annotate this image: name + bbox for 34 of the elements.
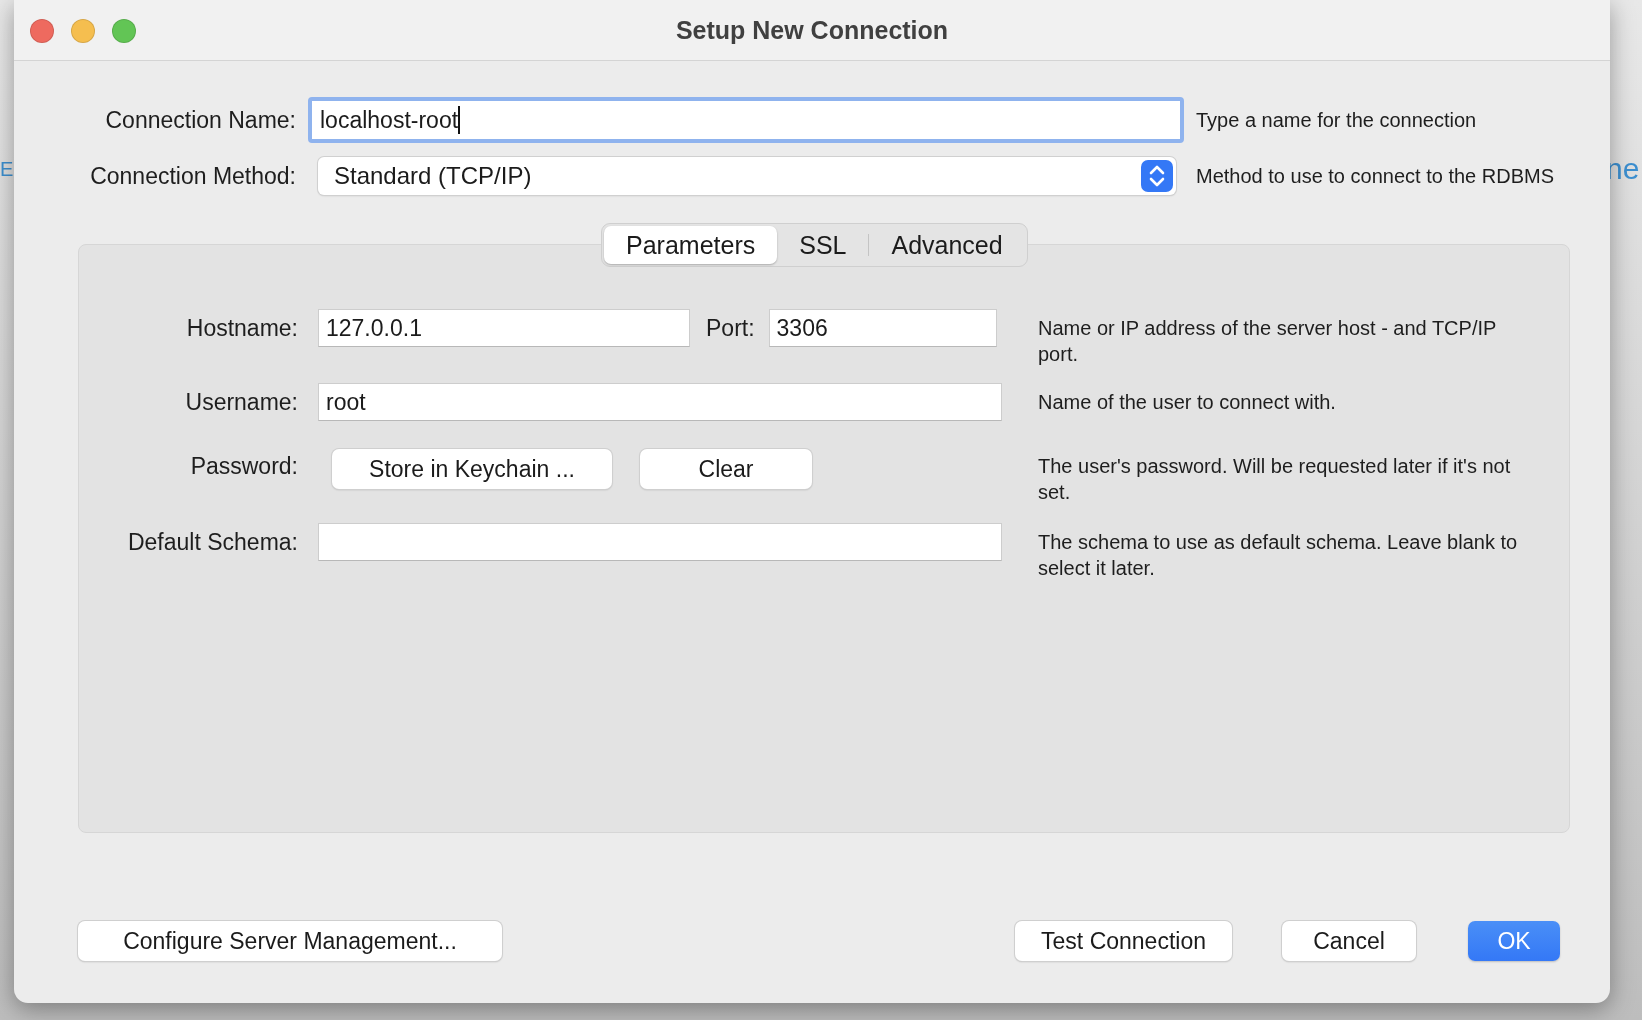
close-button[interactable] xyxy=(30,19,54,43)
window-title: Setup New Connection xyxy=(675,15,949,45)
zoom-button[interactable] xyxy=(112,19,136,43)
background-text: E xyxy=(0,158,14,181)
stepper-icon xyxy=(1141,160,1173,192)
hostname-field[interactable]: 127.0.0.1 xyxy=(318,309,690,347)
hint-text: The schema to use as default schema. Leave blank to select it later. xyxy=(1038,530,1519,581)
field-label: Port: xyxy=(706,315,755,342)
minimize-button[interactable] xyxy=(71,19,95,43)
tab[interactable]: Advanced xyxy=(869,226,1025,264)
hint-text: Name or IP address of the server host - and TCP/IP port. xyxy=(1038,316,1497,367)
password-button[interactable]: Store in Keychain ... xyxy=(332,449,612,489)
dialog-button[interactable]: Cancel xyxy=(1282,921,1416,961)
field-label: Password: xyxy=(190,453,298,480)
hint-text: Type a name for the connection xyxy=(1196,108,1478,133)
tab[interactable]: SSL xyxy=(777,226,869,264)
default-schema-field[interactable] xyxy=(318,523,1002,561)
port-field[interactable]: 3306 xyxy=(768,309,997,347)
field-label: Hostname: xyxy=(186,315,298,342)
tab[interactable]: Parameters xyxy=(604,226,778,264)
connection-name-field[interactable]: localhost-root xyxy=(308,97,1184,143)
hint-text: The user's password. Will be requested later if it's not set. xyxy=(1038,454,1512,505)
hint-text: Name of the user to connect with. xyxy=(1038,390,1337,415)
password-button[interactable]: Clear xyxy=(640,449,812,489)
configure-server-button[interactable]: Configure Server Management... xyxy=(78,921,502,961)
hint-text: Method to use to connect to the RDBMS xyxy=(1196,164,1555,189)
field-label: Connection Name: xyxy=(104,106,296,134)
field-label: Connection Method: xyxy=(89,162,296,190)
field-label: Default Schema: xyxy=(127,529,298,556)
connection-method-dropdown[interactable]: Standard (TCP/IP) xyxy=(318,157,1176,195)
dialog-button[interactable]: OK xyxy=(1468,921,1560,961)
dialog-button[interactable]: Test Connection xyxy=(1015,921,1232,961)
field-label: Username: xyxy=(185,389,298,416)
username-field[interactable]: root xyxy=(318,383,1002,421)
